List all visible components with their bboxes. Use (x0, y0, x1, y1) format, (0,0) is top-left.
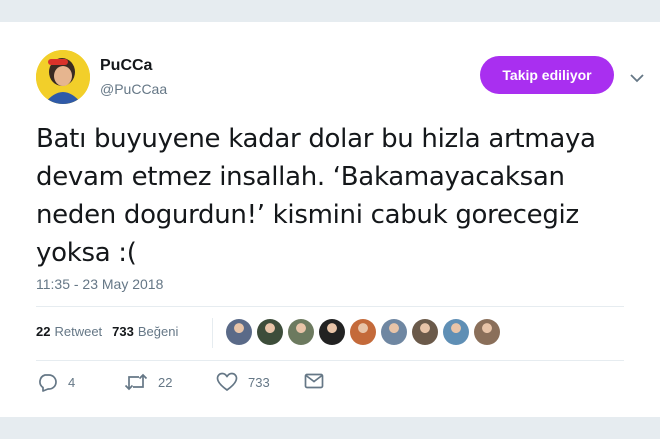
like-button[interactable]: 733 (216, 372, 270, 392)
liker-avatar[interactable] (474, 319, 500, 345)
stats-divider (212, 318, 213, 348)
tweet-timestamp[interactable]: 11:35 - 23 May 2018 (36, 276, 163, 292)
bottom-margin (0, 417, 660, 439)
retweet-button[interactable]: 22 (124, 372, 172, 392)
divider (36, 360, 624, 361)
likes-stat[interactable]: 733 Beğeni (112, 324, 178, 339)
liker-avatar[interactable] (350, 319, 376, 345)
message-button[interactable] (304, 372, 324, 390)
tweet-line: yoksa :( (36, 238, 137, 268)
liker-avatar[interactable] (319, 319, 345, 345)
liker-avatar[interactable] (257, 319, 283, 345)
likes-stat-label: Beğeni (137, 324, 179, 339)
heart-icon (216, 372, 238, 392)
reply-button[interactable]: 4 (36, 372, 75, 392)
display-name[interactable]: PuCCa (100, 57, 152, 75)
liker-avatar[interactable] (288, 319, 314, 345)
like-count: 733 (248, 374, 270, 390)
chevron-down-icon[interactable] (630, 70, 644, 83)
retweet-stat-count: 22 (36, 324, 51, 339)
avatar[interactable] (36, 50, 90, 104)
tweet-line: Batı buyuyene kadar dolar bu hizla artma… (36, 124, 596, 154)
liker-avatar[interactable] (226, 319, 252, 345)
retweet-stat[interactable]: 22 Retweet (36, 324, 102, 339)
liker-avatar[interactable] (381, 319, 407, 345)
retweet-icon (124, 372, 148, 392)
user-handle[interactable]: @PuCCaa (100, 81, 167, 97)
tweet-line: neden dogurdun!’ kismini cabuk gorecegiz (36, 200, 579, 230)
likes-stat-count: 733 (112, 324, 134, 339)
liker-avatars (226, 319, 500, 345)
tweet-text: Batı buyuyene kadar dolar bu hizla artma… (36, 120, 636, 272)
following-button[interactable]: Takip ediliyor (480, 56, 614, 94)
engagement-stats: 22 Retweet 733 Beğeni (36, 324, 178, 339)
liker-avatar[interactable] (443, 319, 469, 345)
retweet-count: 22 (158, 374, 173, 390)
liker-avatar[interactable] (412, 319, 438, 345)
reply-count: 4 (68, 374, 76, 390)
divider (36, 306, 624, 307)
envelope-icon (304, 372, 324, 390)
top-margin (0, 0, 660, 22)
reply-icon (36, 372, 58, 392)
tweet-line: devam etmez insallah. ‘Bakamayacaksan (36, 162, 565, 192)
retweet-stat-label: Retweet (54, 324, 103, 339)
